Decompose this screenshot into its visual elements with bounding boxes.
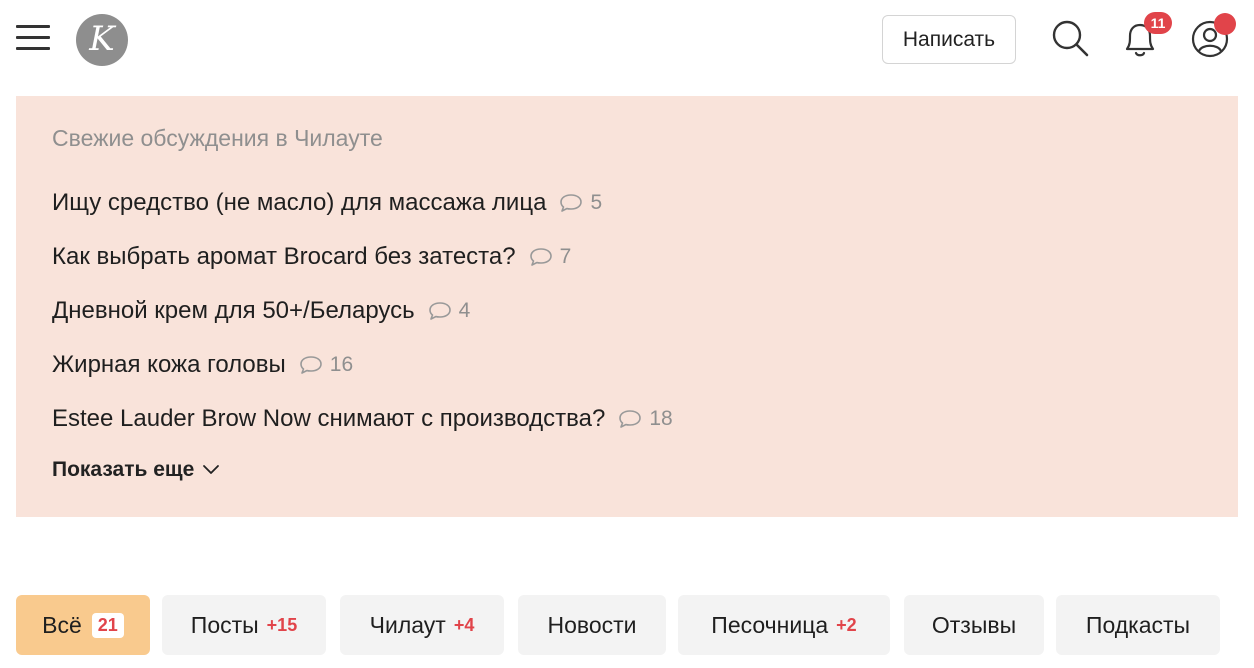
comment-icon [428, 302, 451, 320]
discussion-title: Estee Lauder Brow Now снимают с производ… [52, 405, 606, 432]
discussion-item[interactable]: Как выбрать аромат Brocard без затеста? … [52, 230, 673, 284]
comment-count: 5 [558, 191, 602, 215]
comment-count: 4 [427, 299, 470, 323]
site-logo[interactable]: K [76, 14, 128, 66]
tab-sandbox[interactable]: Песочница +2 [678, 595, 890, 655]
tab-label: Подкасты [1085, 611, 1191, 638]
discussion-item[interactable]: Ищу средство (не масло) для массажа лица… [52, 176, 673, 230]
tab-label: Посты [190, 611, 259, 638]
discussions-title: Свежие обсуждения в Чилауте [52, 125, 383, 151]
tab-label: Песочница [711, 611, 829, 638]
tab-reviews[interactable]: Отзывы [904, 595, 1044, 655]
tab-podcasts[interactable]: Подкасты [1056, 595, 1220, 655]
comment-count: 18 [617, 407, 673, 431]
tab-count: +15 [266, 614, 298, 635]
tab-posts[interactable]: Посты +15 [162, 595, 326, 655]
chevron-down-icon [203, 465, 220, 474]
tab-label: Чилаут [369, 611, 446, 638]
logo-letter: K [89, 19, 115, 59]
discussion-title: Жирная кожа головы [52, 351, 286, 378]
show-more-label: Показать еще [52, 458, 195, 481]
discussion-title: Как выбрать аромат Brocard без затеста? [52, 243, 516, 270]
tab-label: Новости [547, 611, 637, 638]
tab-all[interactable]: Всё 21 [16, 595, 150, 655]
menu-icon[interactable] [16, 24, 52, 52]
discussion-title: Дневной крем для 50+/Беларусь [52, 297, 415, 324]
discussion-item[interactable]: Жирная кожа головы 16 [52, 338, 673, 392]
discussion-item[interactable]: Estee Lauder Brow Now снимают с производ… [52, 392, 673, 446]
tab-news[interactable]: Новости [518, 595, 666, 655]
search-icon[interactable] [1050, 18, 1090, 58]
discussion-title: Ищу средство (не масло) для массажа лица [52, 189, 547, 216]
tab-label: Отзывы [931, 611, 1017, 638]
comment-icon [619, 410, 642, 428]
tab-label: Всё [42, 611, 82, 638]
tab-count: +2 [836, 614, 857, 635]
top-header: K Написать 11 [0, 0, 1254, 80]
profile-notification-dot [1214, 13, 1236, 35]
show-more-button[interactable]: Показать еще [52, 458, 220, 482]
write-button[interactable]: Написать [882, 15, 1016, 64]
comment-icon [560, 194, 583, 212]
tab-chillout[interactable]: Чилаут +4 [340, 595, 504, 655]
notifications-badge: 11 [1144, 12, 1172, 34]
comment-icon [529, 248, 552, 266]
comment-icon [299, 356, 322, 374]
comment-count: 7 [528, 245, 571, 269]
tab-count: +4 [453, 614, 475, 635]
discussions-list: Ищу средство (не масло) для массажа лица… [52, 176, 673, 446]
fresh-discussions-block: Свежие обсуждения в Чилауте Ищу средство… [16, 96, 1238, 517]
discussion-item[interactable]: Дневной крем для 50+/Беларусь 4 [52, 284, 673, 338]
comment-count: 16 [298, 353, 353, 377]
tab-count: 21 [91, 612, 124, 638]
